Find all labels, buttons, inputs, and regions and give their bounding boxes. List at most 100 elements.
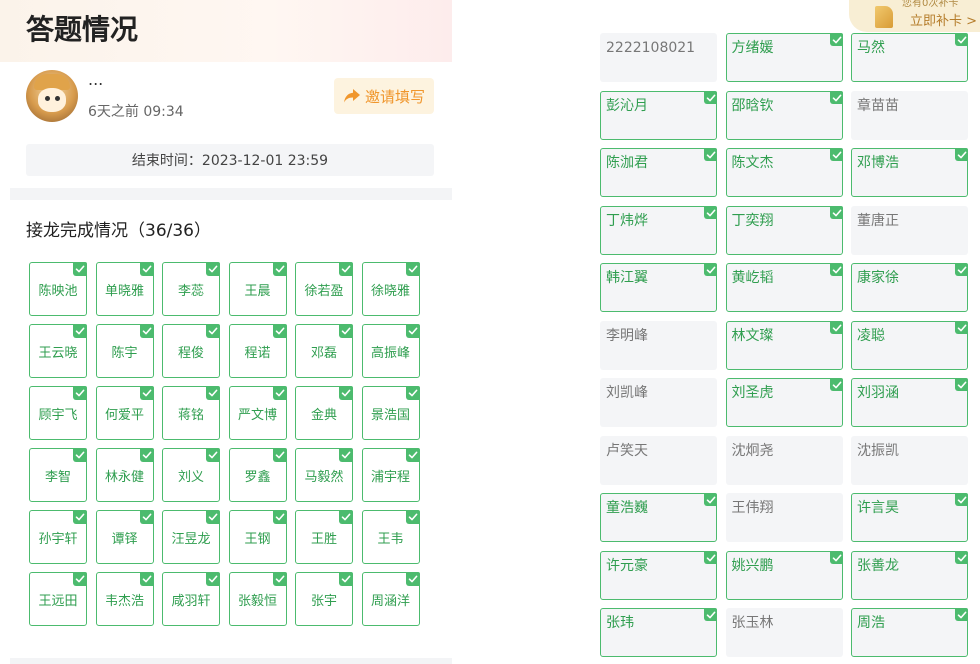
member-cell[interactable]: 王胜: [295, 510, 353, 564]
member-cell[interactable]: 李智: [29, 448, 87, 502]
member-cell[interactable]: 陈映池: [29, 262, 87, 316]
member-cell[interactable]: 2222108021: [600, 33, 717, 82]
member-cell[interactable]: 王伟翔: [725, 493, 843, 542]
member-cell[interactable]: 童浩巍: [600, 493, 717, 542]
check-icon: [829, 550, 843, 564]
member-name: 王韦: [377, 531, 404, 547]
member-cell[interactable]: 谭铎: [95, 510, 154, 564]
member-cell[interactable]: 沈振凯: [851, 435, 968, 485]
member-cell[interactable]: 马毅然: [295, 448, 353, 502]
member-cell[interactable]: 刘凯峰: [600, 378, 717, 427]
makeup-button-label[interactable]: 立即补卡 >: [910, 10, 977, 29]
check-icon: [272, 510, 287, 524]
member-cell[interactable]: 周涵洋: [361, 572, 420, 626]
user-name: ...: [88, 70, 104, 89]
member-cell[interactable]: 孙宇轩: [29, 510, 87, 564]
member-name: 韦杰浩: [104, 593, 144, 609]
member-cell[interactable]: 卢笑天: [600, 435, 717, 485]
member-cell[interactable]: 景浩国: [361, 386, 420, 440]
member-name: 邵晗钦: [731, 97, 774, 114]
check-icon: [206, 262, 220, 276]
member-cell[interactable]: 凌聪: [851, 320, 968, 370]
member-cell[interactable]: 丁炜烨: [600, 205, 717, 255]
member-cell[interactable]: 康家徐: [851, 263, 968, 312]
check-icon: [955, 33, 968, 46]
check-icon: [339, 324, 353, 338]
member-cell[interactable]: 董唐正: [851, 205, 968, 255]
member-cell[interactable]: 刘羽涵: [851, 378, 968, 427]
member-cell[interactable]: 王晨: [228, 262, 287, 316]
member-cell[interactable]: 姚兴鹏: [725, 550, 843, 600]
member-cell[interactable]: 单晓雅: [95, 262, 154, 316]
member-cell[interactable]: 刘圣虎: [725, 378, 843, 427]
member-cell[interactable]: 陈文杰: [725, 148, 843, 197]
member-cell[interactable]: 汪昱龙: [162, 510, 220, 564]
invite-button[interactable]: 邀请填写: [334, 78, 434, 114]
check-icon: [139, 324, 154, 338]
member-cell[interactable]: 陈泇君: [600, 148, 717, 197]
check-icon: [272, 386, 287, 400]
member-cell[interactable]: 李蕊: [162, 262, 220, 316]
member-cell[interactable]: 张善龙: [851, 550, 968, 600]
member-cell[interactable]: 王钢: [228, 510, 287, 564]
member-cell[interactable]: 马然: [851, 33, 968, 82]
member-cell[interactable]: 许言昊: [851, 493, 968, 542]
member-cell[interactable]: 浦宇程: [361, 448, 420, 502]
member-cell[interactable]: 刘义: [162, 448, 220, 502]
member-name: 陈映池: [38, 283, 78, 299]
member-name: 程俊: [177, 345, 204, 361]
member-name: 张毅恒: [237, 593, 277, 609]
member-cell[interactable]: 韦杰浩: [95, 572, 154, 626]
member-cell[interactable]: 何爱平: [95, 386, 154, 440]
member-cell[interactable]: 程诺: [228, 324, 287, 378]
member-cell[interactable]: 韩江翼: [600, 263, 717, 312]
member-cell[interactable]: 邓博浩: [851, 148, 968, 197]
member-cell[interactable]: 李明峰: [600, 320, 717, 370]
member-cell[interactable]: 林永健: [95, 448, 154, 502]
member-cell[interactable]: 罗鑫: [228, 448, 287, 502]
member-cell[interactable]: 黄屹韬: [725, 263, 843, 312]
member-cell[interactable]: 严文博: [228, 386, 287, 440]
member-name: 彭沁月: [606, 97, 648, 114]
member-cell[interactable]: 徐晓雅: [361, 262, 420, 316]
member-cell[interactable]: 邵晗钦: [725, 90, 843, 140]
member-cell[interactable]: 张宇: [295, 572, 353, 626]
member-cell[interactable]: 王韦: [361, 510, 420, 564]
check-icon: [829, 263, 843, 276]
member-cell[interactable]: 徐若盈: [295, 262, 353, 316]
member-cell[interactable]: 蒋铭: [162, 386, 220, 440]
end-time-bar: 结束时间：2023-12-01 23:59: [26, 144, 434, 176]
check-icon: [829, 148, 843, 161]
member-cell[interactable]: 高振峰: [361, 324, 420, 378]
member-cell[interactable]: 周浩: [851, 608, 968, 657]
member-cell[interactable]: 陈宇: [95, 324, 154, 378]
bottom-divider: [10, 658, 452, 664]
member-cell[interactable]: 金典: [295, 386, 353, 440]
member-cell[interactable]: 丁奕翔: [725, 205, 843, 255]
member-cell[interactable]: 张玉林: [725, 608, 843, 657]
member-cell[interactable]: 张玮: [600, 608, 717, 657]
member-cell[interactable]: 彭沁月: [600, 90, 717, 140]
member-cell[interactable]: 程俊: [162, 324, 220, 378]
member-cell[interactable]: 邓磊: [295, 324, 353, 378]
member-cell[interactable]: 林文璨: [725, 320, 843, 370]
check-icon: [272, 262, 287, 276]
member-cell[interactable]: 许元豪: [600, 550, 717, 600]
member-cell[interactable]: 咸羽轩: [162, 572, 220, 626]
member-cell[interactable]: 顾宇飞: [29, 386, 87, 440]
member-name: 张玉林: [731, 615, 774, 631]
check-icon: [339, 448, 353, 462]
member-name: 金典: [310, 407, 337, 423]
member-cell[interactable]: 王云晓: [29, 324, 87, 378]
member-name: 顾宇飞: [38, 407, 78, 423]
check-icon: [405, 448, 420, 462]
member-cell[interactable]: 沈炯尧: [725, 435, 843, 485]
page-title: 答题情况: [26, 13, 139, 46]
member-cell[interactable]: 章苗苗: [851, 90, 968, 140]
check-icon: [955, 378, 968, 391]
member-cell[interactable]: 张毅恒: [228, 572, 287, 626]
check-icon: [73, 324, 87, 338]
avatar[interactable]: [26, 70, 78, 122]
member-cell[interactable]: 王远田: [29, 572, 87, 626]
member-cell[interactable]: 方绪媛: [725, 33, 843, 82]
